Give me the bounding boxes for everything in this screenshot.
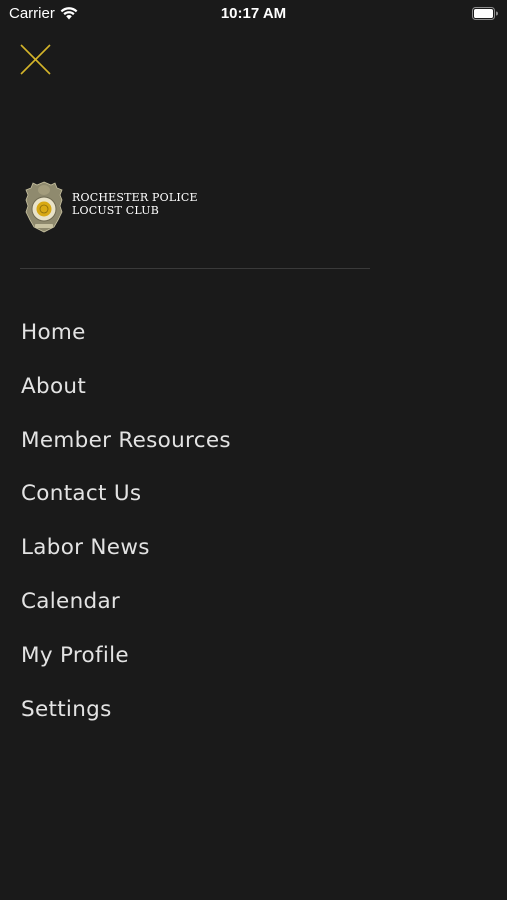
menu-item-my-profile[interactable]: My Profile bbox=[21, 634, 231, 688]
menu-item-home[interactable]: Home bbox=[21, 311, 231, 365]
close-button[interactable] bbox=[16, 40, 56, 80]
side-menu: Home About Member Resources Contact Us L… bbox=[21, 311, 231, 741]
menu-item-calendar[interactable]: Calendar bbox=[21, 580, 231, 634]
police-badge-icon bbox=[25, 181, 63, 233]
close-icon bbox=[20, 44, 51, 75]
status-bar: Carrier 10:17 AM bbox=[0, 0, 507, 28]
divider bbox=[20, 268, 370, 269]
club-logo: ROCHESTER POLICE LOCUST CLUB bbox=[24, 180, 198, 234]
status-time: 10:17 AM bbox=[220, 5, 287, 22]
logo-text-line2: LOCUST CLUB bbox=[72, 204, 160, 217]
battery-icon bbox=[472, 7, 498, 20]
menu-item-labor-news[interactable]: Labor News bbox=[21, 526, 231, 580]
logo-text-line1: ROCHESTER POLICE bbox=[72, 191, 198, 204]
menu-item-settings[interactable]: Settings bbox=[21, 688, 231, 742]
menu-item-about[interactable]: About bbox=[21, 365, 231, 419]
menu-item-member-resources[interactable]: Member Resources bbox=[21, 419, 231, 473]
logo-text: ROCHESTER POLICE LOCUST CLUB bbox=[72, 191, 198, 217]
menu-item-contact-us[interactable]: Contact Us bbox=[21, 472, 231, 526]
